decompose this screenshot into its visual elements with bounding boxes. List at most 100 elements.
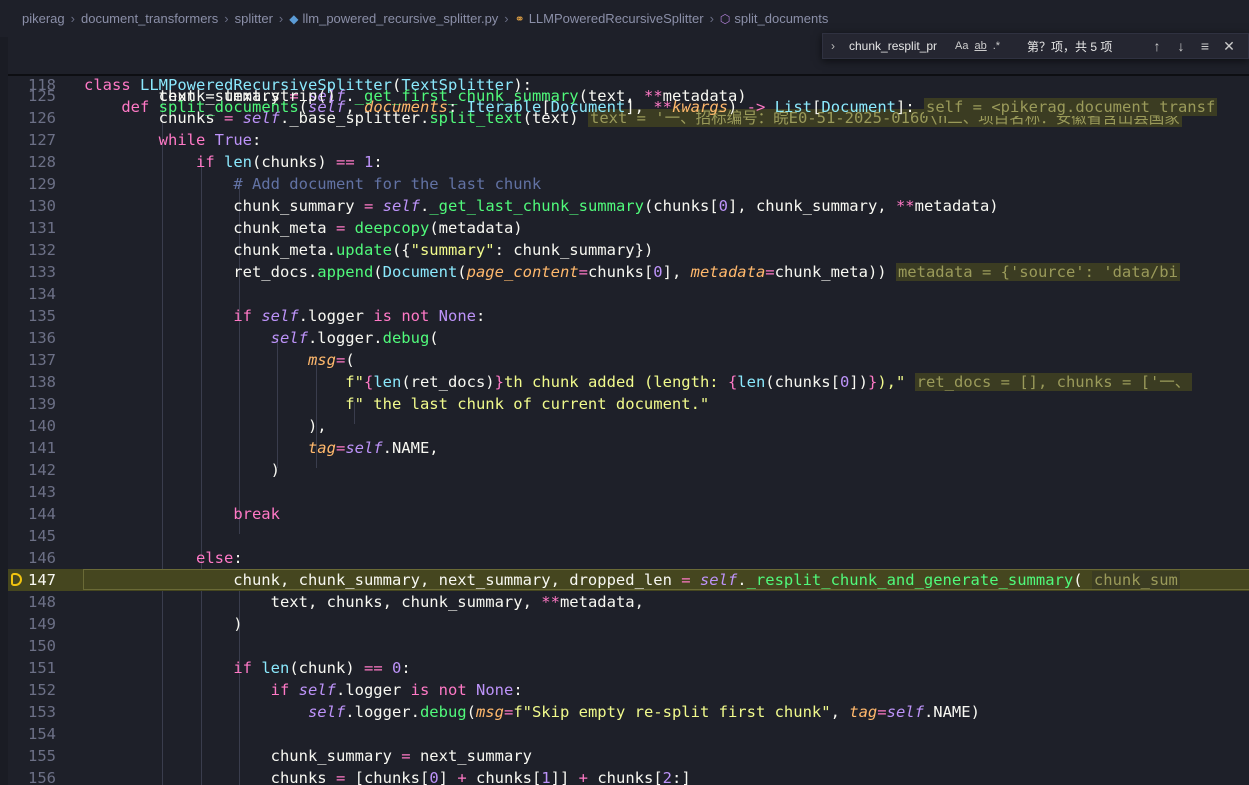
line-number[interactable]: 132	[8, 239, 56, 261]
regex-toggle[interactable]: .*	[993, 36, 1000, 56]
code-line[interactable]: 152 if self.logger is not None:	[8, 679, 1249, 701]
method-icon: ⬡	[719, 11, 731, 26]
code-line[interactable]: 144 break	[8, 503, 1249, 525]
code-line[interactable]: 141 tag=self.NAME,	[8, 437, 1249, 459]
code-line[interactable]: 127 while True:	[8, 129, 1249, 151]
code-text: f" the last chunk of current document."	[345, 395, 710, 413]
find-in-selection-icon[interactable]: ≡	[1193, 38, 1217, 54]
line-number[interactable]: 146	[8, 547, 56, 569]
breadcrumb-item-file[interactable]: llm_powered_recursive_splitter.py	[302, 11, 498, 26]
code-line[interactable]: 134	[8, 283, 1249, 305]
line-number[interactable]: 142	[8, 459, 56, 481]
find-widget: › chunk_resplit_pr Aa ab .* 第？项，共 5 项 ↑ …	[822, 33, 1249, 59]
line-number[interactable]: 137	[8, 349, 56, 371]
line-number: 118	[28, 76, 56, 94]
line-number[interactable]: 149	[8, 613, 56, 635]
breadcrumb-item-folder[interactable]: document_transformers	[81, 11, 218, 26]
code-text: if len(chunk) == 0:	[233, 659, 411, 677]
breadcrumb-item-root[interactable]: pikerag	[22, 11, 65, 26]
code-line-current[interactable]: 147 chunk, chunk_summary, next_summary, …	[8, 569, 1249, 591]
activity-gutter	[0, 37, 8, 785]
code-line[interactable]: 140 ),	[8, 415, 1249, 437]
line-number[interactable]: 154	[8, 723, 56, 745]
line-number[interactable]: 151	[8, 657, 56, 679]
find-input[interactable]: chunk_resplit_pr Aa ab .*	[843, 36, 1019, 56]
chevron-right-icon: ›	[278, 11, 284, 26]
code-line[interactable]: 154	[8, 723, 1249, 745]
code-line[interactable]: 139 f" the last chunk of current documen…	[8, 393, 1249, 415]
line-number[interactable]: 136	[8, 327, 56, 349]
code-line[interactable]: 155 chunk_summary = next_summary	[8, 745, 1249, 767]
code-text: ret_docs.append(Document(page_content=ch…	[84, 263, 1180, 281]
find-query: chunk_resplit_pr	[849, 39, 938, 53]
line-number[interactable]: 134	[8, 283, 56, 305]
code-line[interactable]: 135 if self.logger is not None:	[8, 305, 1249, 327]
inline-debug-value: metadata = {'source': 'data/bi	[895, 263, 1180, 281]
code-line[interactable]: 142 )	[8, 459, 1249, 481]
line-number[interactable]: 130	[8, 195, 56, 217]
code-text: chunks = [chunks[0] + chunks[1]] + chunk…	[84, 769, 691, 785]
code-text: chunk_meta.update({"summary": chunk_summ…	[84, 241, 654, 259]
code-text: break	[233, 505, 280, 523]
breadcrumb-item-class[interactable]: LLMPoweredRecursiveSplitter	[529, 11, 704, 26]
code-line[interactable]: 151 if len(chunk) == 0:	[8, 657, 1249, 679]
line-number[interactable]: 128	[8, 151, 56, 173]
arrow-down-icon[interactable]: ↓	[1169, 38, 1193, 54]
breadcrumb-item-method[interactable]: split_documents	[734, 11, 828, 26]
code-text: tag=self.NAME,	[307, 439, 439, 457]
code-line[interactable]: 138 f"{len(ret_docs)}th chunk added (len…	[8, 371, 1249, 393]
chevron-right-icon: ›	[70, 11, 75, 26]
line-number[interactable]: 144	[8, 503, 56, 525]
find-result-count: 第？项，共 5 项	[1027, 39, 1113, 54]
line-number[interactable]: 153	[8, 701, 56, 723]
code-text: chunk_meta = deepcopy(metadata)	[84, 219, 523, 237]
code-line[interactable]: 149 )	[8, 613, 1249, 635]
line-number[interactable]: 143	[8, 481, 56, 503]
line-number[interactable]: 145	[8, 525, 56, 547]
whole-word-toggle[interactable]: ab	[974, 36, 986, 56]
line-number[interactable]: 139	[8, 393, 56, 415]
code-line[interactable]: 131 chunk_meta = deepcopy(metadata)	[8, 217, 1249, 239]
line-number[interactable]: 155	[8, 745, 56, 767]
code-line[interactable]: 130 chunk_summary = self._get_last_chunk…	[8, 195, 1249, 217]
line-number[interactable]: 133	[8, 261, 56, 283]
line-number[interactable]: 131	[8, 217, 56, 239]
close-icon[interactable]: ✕	[1217, 38, 1241, 55]
code-line[interactable]: 145	[8, 525, 1249, 547]
line-number[interactable]: 156	[8, 767, 56, 785]
line-number[interactable]: 135	[8, 305, 56, 327]
line-number[interactable]: 129	[8, 173, 56, 195]
code-line[interactable]: 136 self.logger.debug(	[8, 327, 1249, 349]
code-line[interactable]: 153 self.logger.debug(msg=f"Skip empty r…	[8, 701, 1249, 723]
code-text: f"{len(ret_docs)}th chunk added (length:…	[345, 373, 1193, 391]
line-number[interactable]: 152	[8, 679, 56, 701]
code-line[interactable]: 148 text, chunks, chunk_summary, **metad…	[8, 591, 1249, 613]
sticky-divider	[8, 74, 1249, 76]
code-line[interactable]: 132 chunk_meta.update({"summary": chunk_…	[8, 239, 1249, 261]
line-number[interactable]: 150	[8, 635, 56, 657]
line-number[interactable]: 141	[8, 437, 56, 459]
code-text: chunk_summary = next_summary	[84, 747, 532, 765]
code-editor[interactable]: 125 chunk_summary = self._get_first_chun…	[8, 37, 1249, 785]
line-number[interactable]: 148	[8, 591, 56, 613]
match-case-toggle[interactable]: Aa	[955, 36, 968, 56]
code-text: if len(chunks) == 1:	[195, 153, 383, 171]
python-file-icon: ◆	[289, 11, 299, 26]
code-line[interactable]: 156 chunks = [chunks[0] + chunks[1]] + c…	[8, 767, 1249, 785]
line-number[interactable]: 140	[8, 415, 56, 437]
code-text: if self.logger is not None:	[233, 307, 486, 325]
code-text: )	[84, 461, 280, 479]
inline-debug-value: self = <pikerag.document_transf	[924, 98, 1218, 116]
code-line[interactable]: 128 if len(chunks) == 1:	[8, 151, 1249, 173]
code-line[interactable]: 129 # Add document for the last chunk	[8, 173, 1249, 195]
code-line[interactable]: 143	[8, 481, 1249, 503]
code-line[interactable]: 133 ret_docs.append(Document(page_conten…	[8, 261, 1249, 283]
line-number[interactable]: 138	[8, 371, 56, 393]
code-line[interactable]: 150	[8, 635, 1249, 657]
toggle-replace-icon[interactable]: ›	[823, 39, 843, 53]
code-line[interactable]: 137 msg=(	[8, 349, 1249, 371]
code-line[interactable]: 146 else:	[8, 547, 1249, 569]
arrow-up-icon[interactable]: ↑	[1145, 38, 1169, 54]
code-text: while True:	[158, 131, 262, 149]
breadcrumb-item-subfolder[interactable]: splitter	[235, 11, 273, 26]
